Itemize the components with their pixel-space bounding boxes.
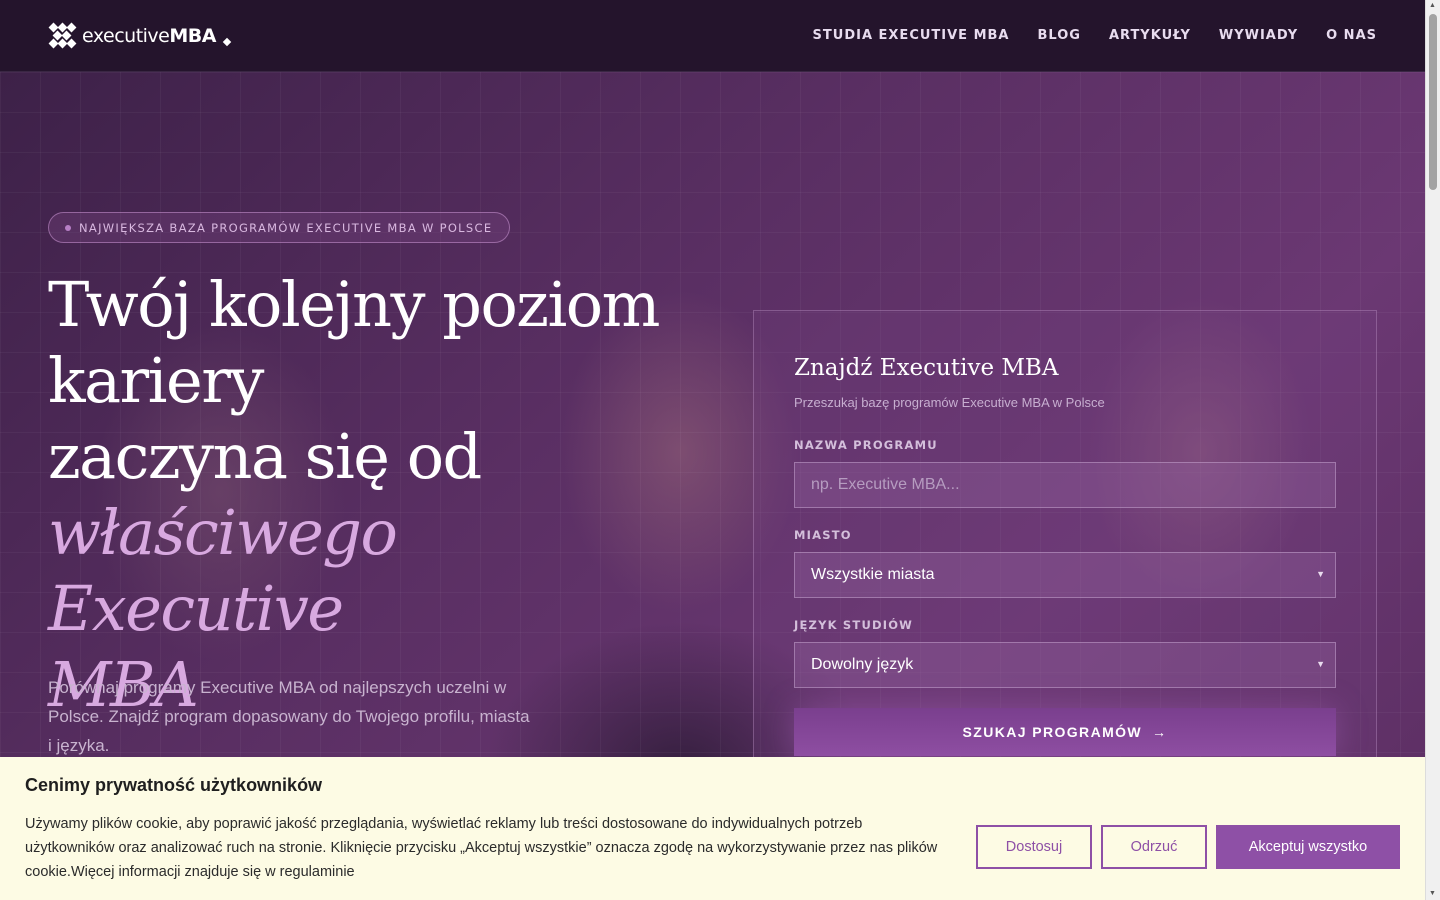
nav-link-artykuly[interactable]: ARTYKUŁY — [1109, 28, 1191, 43]
cookie-accept-all-button[interactable]: Akceptuj wszystko — [1216, 825, 1400, 869]
city-select[interactable]: Wszystkie miasta ▼ — [794, 552, 1336, 598]
nav-link-blog[interactable]: BLOG — [1038, 28, 1081, 43]
search-card-subtitle: Przeszukaj bazę programów Executive MBA … — [794, 395, 1105, 410]
search-programs-button[interactable]: SZUKAJ PROGRAMÓW → — [794, 708, 1336, 756]
hero-badge: NAJWIĘKSZA BAZA PROGRAMÓW EXECUTIVE MBA … — [48, 212, 511, 243]
logo-dot-icon — [222, 37, 232, 46]
cookie-actions: Dostosuj Odrzuć Akceptuj wszystko — [976, 825, 1400, 869]
cookie-reject-button[interactable]: Odrzuć — [1101, 825, 1207, 869]
hero-headline: Twój kolejny poziom kariery zaczyna się … — [48, 267, 668, 723]
nav-link-wywiady[interactable]: WYWIADY — [1219, 28, 1298, 43]
chevron-down-icon: ▼ — [1316, 659, 1325, 669]
scroll-up-icon[interactable]: ▲ — [1429, 2, 1436, 9]
scroll-down-icon[interactable]: ▼ — [1429, 890, 1436, 897]
program-name-label: NAZWA PROGRAMU — [794, 438, 938, 452]
program-name-placeholder: np. Executive MBA... — [811, 476, 960, 493]
search-button-label: SZUKAJ PROGRAMÓW — [962, 724, 1143, 740]
scrollbar-thumb[interactable] — [1429, 14, 1437, 190]
nav-link-o-nas[interactable]: O NAS — [1326, 28, 1377, 43]
program-name-input[interactable]: np. Executive MBA... — [794, 462, 1336, 508]
headline-line: Twój kolejny poziom — [48, 268, 660, 341]
logo-diamond-icon — [48, 22, 77, 50]
headline-line: kariery — [48, 344, 264, 417]
main-nav: STUDIA EXECUTIVE MBA BLOG ARTYKUŁY WYWIA… — [813, 28, 1377, 43]
page-scrollbar[interactable]: ▲ ▼ — [1425, 0, 1440, 900]
city-select-value: Wszystkie miasta — [811, 566, 935, 583]
logo-text: executiveMBA — [82, 24, 216, 47]
cookie-text: Używamy plików cookie, aby poprawić jako… — [25, 816, 938, 880]
cookie-customize-button[interactable]: Dostosuj — [976, 825, 1092, 869]
language-select[interactable]: Dowolny język ▼ — [794, 642, 1336, 688]
search-card: Znajdź Executive MBA Przeszukaj bazę pro… — [753, 310, 1377, 780]
headline-line: zaczyna się od — [48, 420, 482, 493]
nav-link-studia[interactable]: STUDIA EXECUTIVE MBA — [813, 28, 1010, 43]
language-select-value: Dowolny język — [811, 656, 914, 673]
cookie-title: Cenimy prywatność użytkowników — [25, 775, 323, 795]
site-header: executiveMBA STUDIA EXECUTIVE MBA BLOG A… — [0, 0, 1425, 72]
headline-accent: właściwego Executive — [48, 496, 398, 645]
chevron-down-icon: ▼ — [1316, 569, 1325, 579]
search-card-title: Znajdź Executive MBA — [794, 355, 1059, 381]
city-label: MIASTO — [794, 528, 852, 542]
arrow-right-icon: → — [1152, 724, 1168, 740]
hero-lead-text: Porównaj programy Executive MBA od najle… — [48, 678, 530, 755]
cookie-banner: Cenimy prywatność użytkowników Używamy p… — [0, 757, 1425, 900]
site-logo[interactable]: executiveMBA — [48, 22, 232, 50]
language-label: JĘZYK STUDIÓW — [794, 618, 914, 632]
